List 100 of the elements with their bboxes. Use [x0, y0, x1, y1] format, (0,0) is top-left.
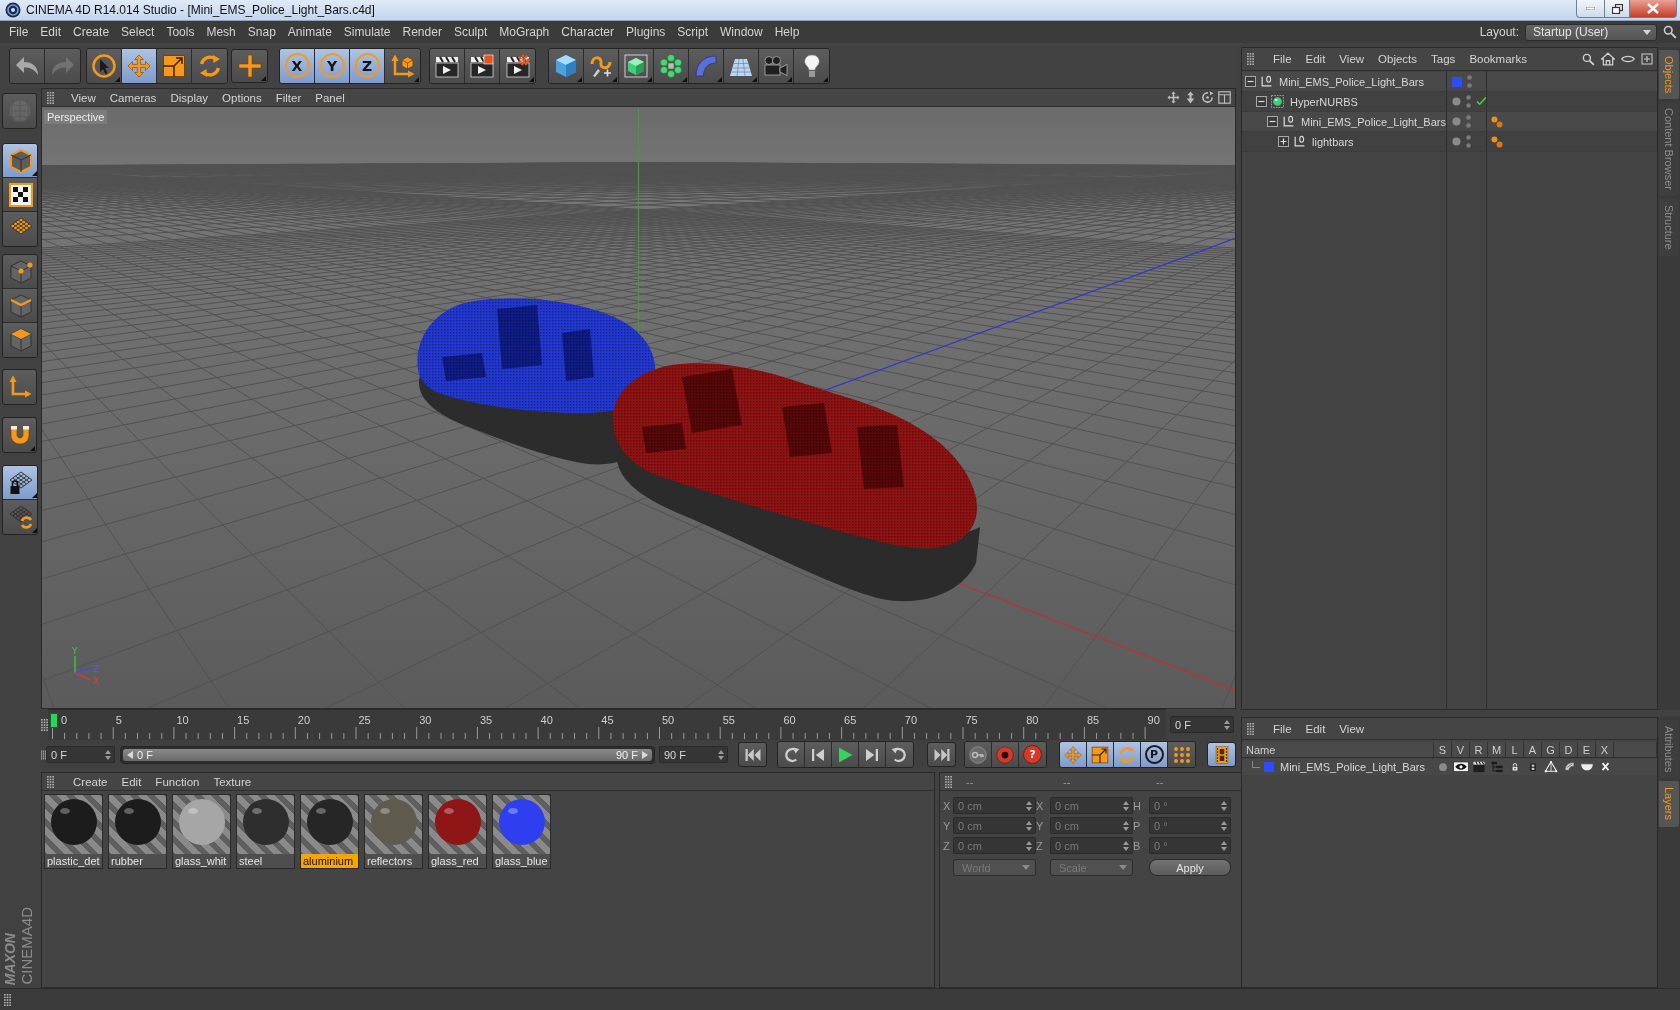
workplane-lock-button[interactable]	[3, 466, 37, 500]
column-header[interactable]: V	[1452, 742, 1470, 757]
render-view-button[interactable]	[430, 48, 465, 83]
menu-item[interactable]: Help	[768, 23, 806, 41]
material-thumbnail[interactable]: rubber	[108, 794, 167, 869]
floor-button[interactable]	[724, 48, 759, 83]
record-button[interactable]	[992, 742, 1019, 767]
light-button[interactable]	[794, 48, 829, 83]
timeline-button[interactable]	[1207, 742, 1236, 767]
restore-button[interactable]	[1605, 0, 1630, 18]
current-frame-field[interactable]: 0 F	[1170, 716, 1234, 733]
column-header[interactable]: L	[1506, 742, 1524, 757]
menu-item[interactable]: Edit	[1298, 50, 1333, 68]
snap-button[interactable]	[2, 417, 37, 453]
menu-item[interactable]: Script	[671, 23, 714, 41]
orbit-button[interactable]	[1201, 91, 1214, 104]
next-key-button[interactable]	[886, 742, 913, 767]
workplane-align-button[interactable]	[3, 500, 37, 534]
polygons-mode-button[interactable]	[3, 323, 37, 357]
render-settings-button[interactable]	[500, 48, 535, 83]
menu-item[interactable]: File	[1266, 719, 1299, 738]
menu-item[interactable]: Create	[66, 772, 115, 791]
undo-button[interactable]	[10, 48, 45, 83]
material-thumbnail[interactable]: glass_whit	[172, 794, 231, 869]
column-header[interactable]: D	[1560, 742, 1578, 757]
rotation-key-button[interactable]	[1114, 742, 1141, 767]
point-level-button[interactable]	[1168, 742, 1195, 767]
material-thumbnail[interactable]: aluminium	[300, 794, 359, 869]
texture-mode-button[interactable]	[3, 178, 37, 212]
menu-item[interactable]: Snap	[241, 23, 282, 41]
menu-item[interactable]: View	[1332, 50, 1372, 68]
previous-frame-button[interactable]	[805, 742, 832, 767]
menu-item[interactable]: Edit	[34, 23, 68, 41]
close-button[interactable]	[1630, 0, 1677, 18]
previous-key-button[interactable]	[778, 742, 805, 767]
x-axis-button[interactable]: X	[280, 48, 315, 83]
column-header[interactable]: X	[1596, 742, 1614, 757]
scale-tool-button[interactable]	[157, 48, 192, 83]
object-row[interactable]: lightbars	[1242, 132, 1657, 152]
deformer-button[interactable]	[689, 48, 724, 83]
keyframe-selection-button[interactable]: ?	[1019, 742, 1046, 767]
position-key-button[interactable]	[1060, 742, 1087, 767]
menu-item[interactable]: Plugins	[619, 23, 672, 41]
subdivision-button[interactable]	[619, 48, 654, 83]
menu-item[interactable]: Character	[555, 23, 620, 41]
menu-item[interactable]: Sculpt	[447, 23, 494, 41]
timeline-ruler[interactable]: 0 5 10 15 20 25 30 35 40 45 50 55 60 65 70 75 80 85 90	[48, 709, 1166, 740]
menu-item[interactable]: File	[3, 23, 35, 41]
menu-item[interactable]: View	[1332, 719, 1372, 738]
pan-button[interactable]	[1167, 91, 1180, 104]
camera-button[interactable]	[759, 48, 794, 83]
menu-item[interactable]: Simulate	[337, 23, 397, 41]
menu-item[interactable]: Animate	[281, 23, 338, 41]
object-row[interactable]: Mini_EMS_Police_Light_Bars	[1242, 72, 1657, 92]
go-to-end-button[interactable]	[927, 742, 956, 767]
object-row[interactable]: HyperNURBS	[1242, 92, 1657, 112]
material-thumbnail[interactable]: plastic_det	[44, 794, 103, 869]
column-header[interactable]: E	[1578, 742, 1596, 757]
menu-item[interactable]: Options	[215, 88, 269, 107]
playhead-marker[interactable]	[50, 713, 58, 728]
search-button[interactable]	[1663, 25, 1677, 39]
column-header[interactable]: Name	[1242, 742, 1434, 757]
menu-item[interactable]: Select	[115, 23, 161, 41]
column-header[interactable]: G	[1542, 742, 1560, 757]
end-frame-field[interactable]: 90 F	[659, 746, 728, 763]
menu-item[interactable]: Create	[67, 23, 116, 41]
play-button[interactable]	[832, 742, 859, 767]
menu-item[interactable]: Edit	[114, 772, 149, 791]
render-button[interactable]	[465, 48, 500, 83]
new-window-button[interactable]	[1641, 53, 1653, 65]
parameter-key-button[interactable]: P	[1141, 742, 1168, 767]
move-tool-button[interactable]	[122, 48, 157, 83]
column-header[interactable]: S	[1434, 742, 1452, 757]
menu-item[interactable]: Display	[163, 88, 216, 107]
coordinate-system-button[interactable]	[385, 48, 420, 83]
autokey-button[interactable]	[965, 742, 992, 767]
z-axis-button[interactable]: Z	[350, 48, 385, 83]
spline-button[interactable]	[584, 48, 619, 83]
cube-button[interactable]	[549, 48, 584, 83]
start-frame-field[interactable]: 0 F	[46, 746, 115, 763]
points-mode-button[interactable]	[3, 255, 37, 289]
menu-item[interactable]: Bookmarks	[1462, 50, 1534, 68]
menu-item[interactable]: Tags	[1424, 50, 1463, 68]
home-button[interactable]	[1601, 52, 1615, 66]
material-thumbnail[interactable]: glass_blue	[492, 794, 551, 869]
minimize-button[interactable]	[1576, 0, 1605, 18]
go-to-start-button[interactable]	[738, 742, 767, 767]
menu-item[interactable]: Tools	[160, 23, 201, 41]
workplane-mode-button[interactable]	[3, 212, 37, 246]
axis-mode-button[interactable]	[2, 369, 37, 405]
column-header[interactable]: R	[1470, 742, 1488, 757]
layout-dropdown[interactable]: Startup (User)	[1525, 23, 1657, 41]
array-button[interactable]	[654, 48, 689, 83]
rotate-tool-button[interactable]	[192, 48, 227, 83]
y-axis-button[interactable]: Y	[315, 48, 350, 83]
menu-item[interactable]: Render	[396, 23, 448, 41]
menu-item[interactable]: Edit	[1298, 719, 1333, 738]
layer-color-swatch[interactable]	[1264, 762, 1274, 772]
edges-mode-button[interactable]	[3, 289, 37, 323]
menu-item[interactable]: Filter	[268, 88, 309, 107]
